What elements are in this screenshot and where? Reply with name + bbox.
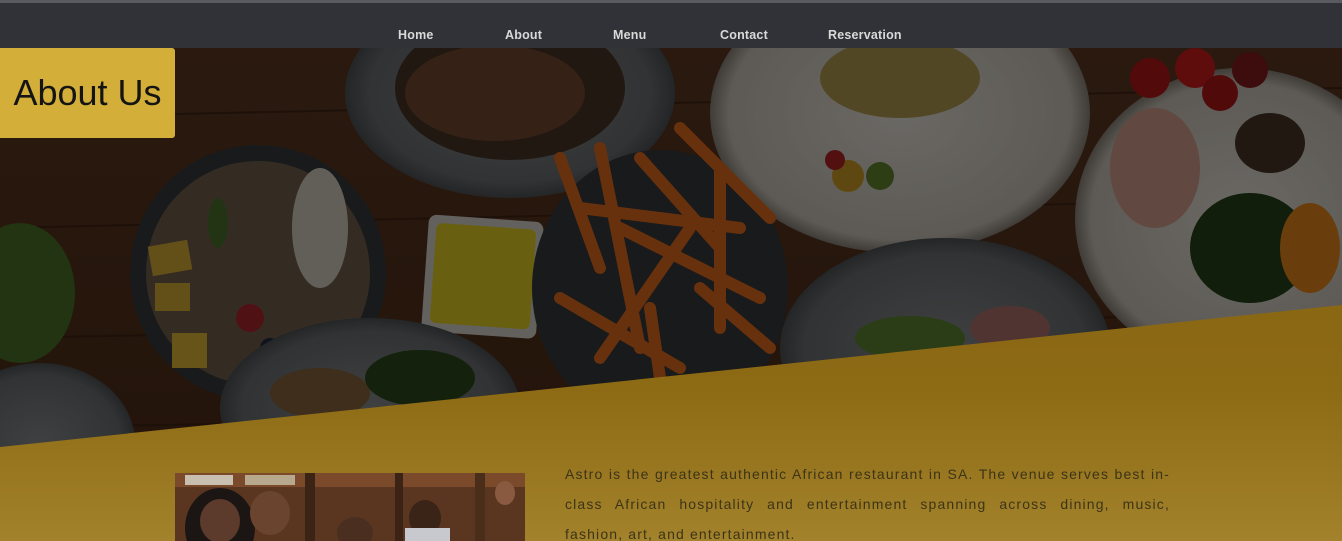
about-description: Astro is the greatest authentic African … [565,466,1170,541]
page-title: About Us [13,72,162,113]
about-us-badge: About Us [0,48,175,138]
restaurant-photo [175,473,525,541]
diners-illustration [175,473,525,541]
page: Home About Menu Contact Reservation Abou… [0,0,1342,541]
